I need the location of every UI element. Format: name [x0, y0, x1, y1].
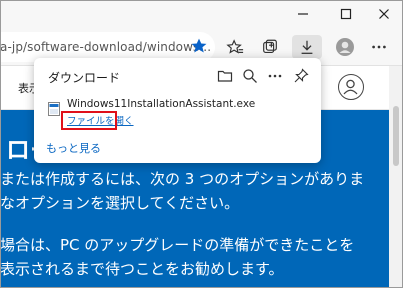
star-icon — [191, 38, 207, 53]
collections-icon — [263, 39, 277, 53]
account-avatar[interactable] — [338, 74, 364, 100]
scrollbar-thumb[interactable] — [393, 106, 399, 166]
download-file-name[interactable]: Windows11InstallationAssistant.exe — [67, 98, 255, 110]
open-downloads-folder-button[interactable] — [215, 66, 235, 86]
user-icon — [343, 79, 358, 95]
close-icon — [379, 9, 389, 19]
minimize-button[interactable] — [283, 0, 323, 28]
pin-icon — [294, 68, 309, 83]
more-icon — [268, 74, 282, 78]
folder-icon — [217, 70, 233, 82]
pin-downloads-button[interactable] — [291, 66, 311, 86]
highlight-box — [61, 111, 117, 130]
minimize-icon — [298, 13, 308, 15]
favorites-icon — [226, 39, 244, 54]
downloads-title: ダウンロード — [48, 71, 121, 85]
download-icon — [301, 40, 313, 54]
url-text: a-jp/software-download/windows... — [0, 40, 212, 54]
title-bar — [0, 0, 403, 28]
profile-button[interactable] — [333, 35, 357, 59]
close-button[interactable] — [364, 0, 403, 28]
favorite-star-button[interactable] — [190, 37, 208, 59]
downloads-more-button[interactable] — [265, 66, 285, 86]
exe-file-icon — [48, 102, 60, 116]
body-line-3: 場合は、PC のアップグレードの準備ができたことを — [0, 236, 355, 254]
collections-button[interactable] — [258, 35, 282, 59]
search-icon — [243, 69, 257, 83]
body-line-1: または作成するには、次の 3 つのオプションがありま — [0, 170, 365, 188]
profile-icon — [336, 38, 354, 56]
see-more-link[interactable]: もっと見る — [46, 140, 101, 156]
page-scrollbar[interactable] — [389, 66, 403, 288]
maximize-button[interactable] — [326, 0, 366, 28]
search-downloads-button[interactable] — [240, 66, 260, 86]
favorites-button[interactable] — [223, 35, 247, 59]
downloads-button[interactable] — [292, 35, 322, 59]
body-line-4: 表示されるまで待つことをお勧めします。 — [0, 260, 284, 278]
settings-more-button[interactable] — [367, 35, 391, 59]
maximize-icon — [340, 8, 352, 20]
more-icon — [372, 45, 386, 49]
body-line-2: なオプションを選択してください。 — [0, 194, 240, 212]
